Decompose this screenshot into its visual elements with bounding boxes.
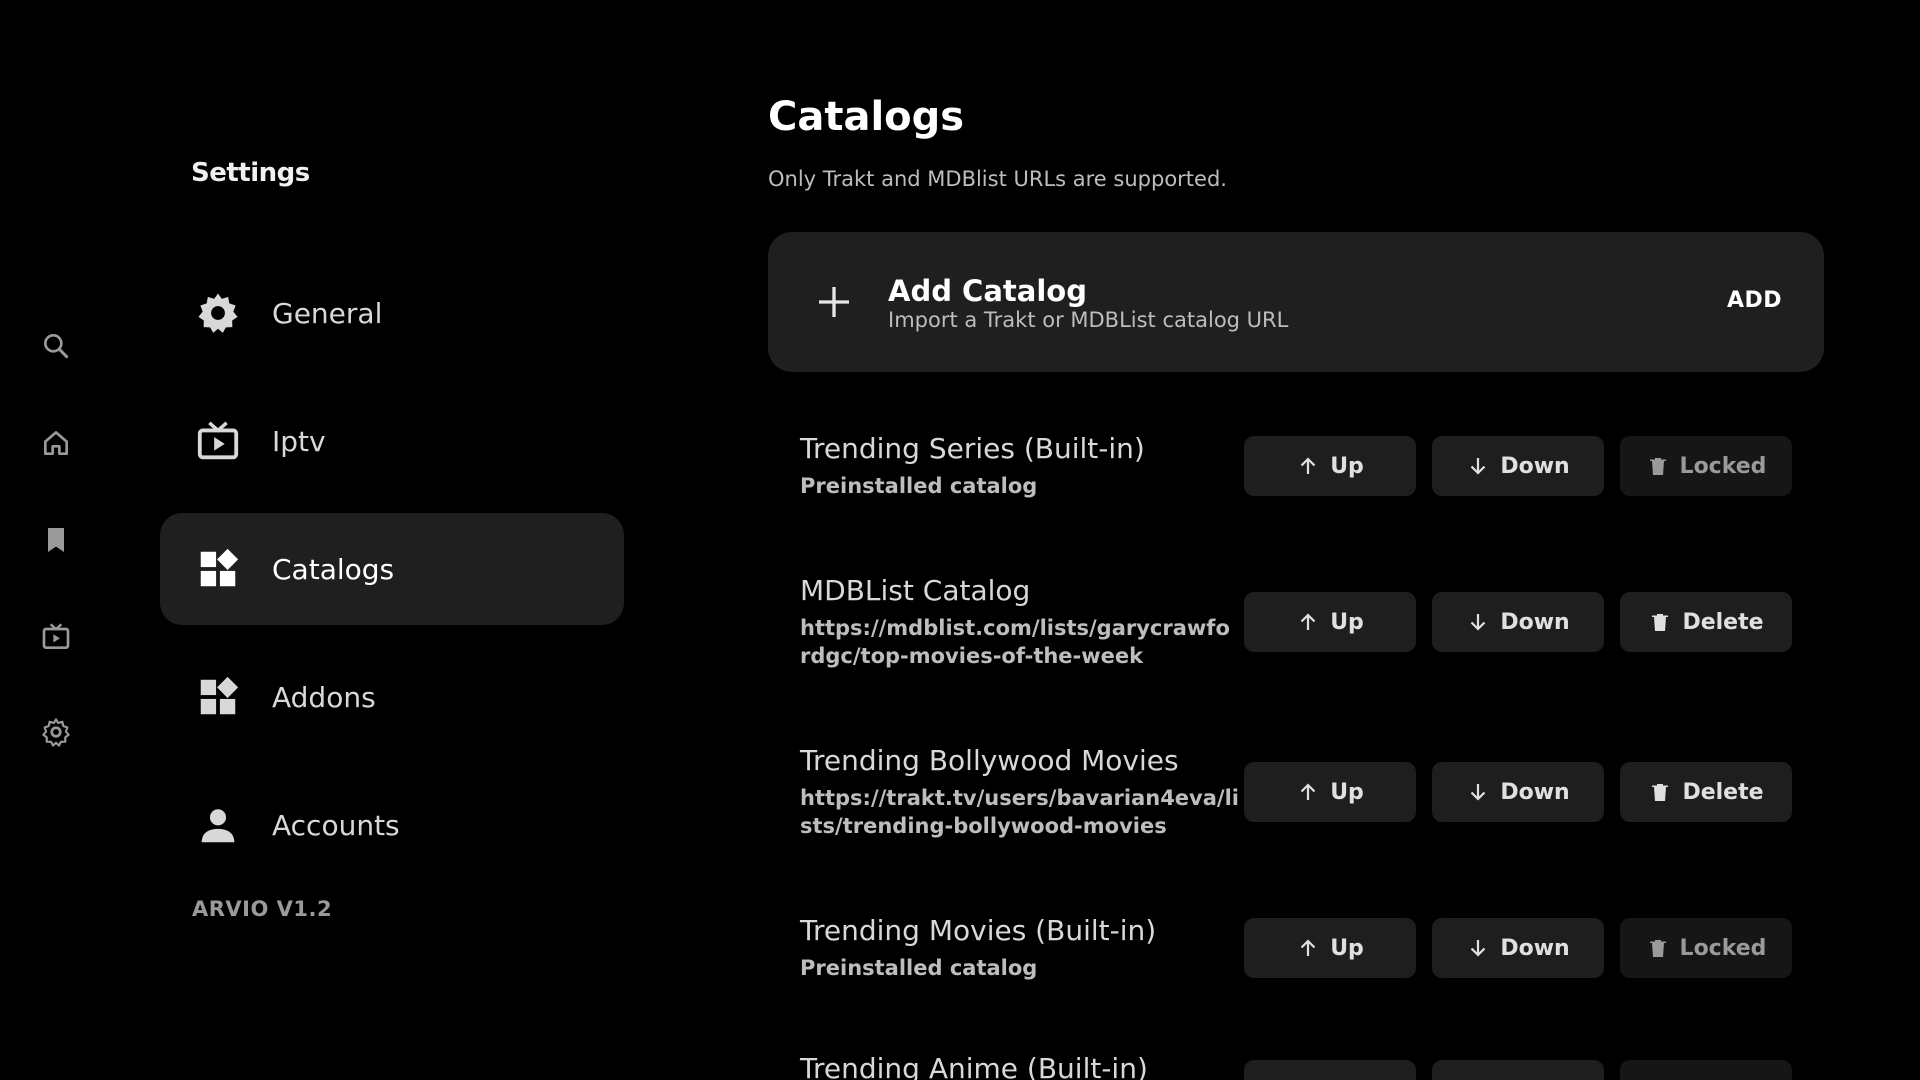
- trash-icon: [1649, 458, 1666, 475]
- catalog-subtitle: https://trakt.tv/users/bavarian4eva/list…: [800, 786, 1239, 838]
- down-label: Down: [1500, 609, 1570, 635]
- delete-label: Delete: [1682, 779, 1764, 805]
- nav-label-accounts: Accounts: [272, 808, 400, 842]
- locked-button[interactable]: Locked: [1620, 918, 1792, 978]
- nav-label-iptv: Iptv: [272, 424, 326, 458]
- live-tv-icon: [192, 415, 244, 467]
- locked-button[interactable]: [1620, 1060, 1792, 1080]
- app-version: ARVIO V1.2: [192, 897, 333, 921]
- page-subtitle: Only Trakt and MDBlist URLs are supporte…: [768, 167, 1227, 191]
- arrow-down-icon: [1471, 458, 1486, 475]
- gear-icon: [192, 287, 244, 339]
- move-up-button[interactable]: Up: [1244, 918, 1416, 978]
- catalog-name: Trending Anime (Built-in): [800, 1052, 1148, 1080]
- home-icon[interactable]: [36, 423, 76, 463]
- locked-label: Locked: [1679, 453, 1767, 479]
- up-label: Up: [1330, 609, 1364, 635]
- delete-button[interactable]: Delete: [1620, 592, 1792, 652]
- trash-icon: [1652, 784, 1669, 801]
- locked-label: Locked: [1679, 935, 1767, 961]
- move-down-button[interactable]: Down: [1432, 918, 1604, 978]
- move-up-button[interactable]: Up: [1244, 436, 1416, 496]
- trash-icon: [1649, 940, 1666, 957]
- arrow-up-icon: [1300, 613, 1316, 630]
- up-label: Up: [1330, 779, 1364, 805]
- settings-title: Settings: [191, 158, 310, 188]
- add-catalog-title: Add Catalog: [888, 274, 1087, 308]
- down-label: Down: [1500, 935, 1570, 961]
- arrow-down-icon: [1471, 614, 1486, 631]
- nav-label-general: General: [272, 296, 383, 330]
- widgets-icon: [192, 543, 244, 595]
- down-label: Down: [1500, 779, 1570, 805]
- arrow-up-icon: [1300, 783, 1316, 800]
- delete-label: Delete: [1682, 609, 1764, 635]
- catalog-name: Trending Series (Built-in): [800, 432, 1145, 465]
- catalog-subtitle: Preinstalled catalog: [800, 474, 1038, 498]
- locked-button[interactable]: Locked: [1620, 436, 1792, 496]
- move-up-button[interactable]: Up: [1244, 762, 1416, 822]
- move-down-button[interactable]: Down: [1432, 592, 1604, 652]
- move-up-button[interactable]: [1244, 1060, 1416, 1080]
- person-icon: [192, 799, 244, 851]
- page-title: Catalogs: [768, 94, 965, 140]
- bookmark-icon[interactable]: [36, 520, 76, 560]
- arrow-down-icon: [1471, 940, 1486, 957]
- settings-page: Settings General Iptv Catalogs Addons Ac…: [0, 0, 1920, 1080]
- nav-item-accounts[interactable]: Accounts: [160, 769, 624, 881]
- search-icon[interactable]: [36, 326, 76, 366]
- move-down-button[interactable]: [1432, 1060, 1604, 1080]
- side-rail: [0, 0, 110, 1080]
- catalog-subtitle: https://mdblist.com/lists/garycrawfordgc…: [800, 616, 1230, 668]
- catalog-name: Trending Movies (Built-in): [800, 914, 1157, 947]
- nav-label-addons: Addons: [272, 680, 376, 714]
- settings-icon[interactable]: [36, 712, 76, 752]
- add-catalog-card[interactable]: Add Catalog Import a Trakt or MDBList ca…: [768, 232, 1824, 372]
- tv-icon[interactable]: [36, 617, 76, 657]
- arrow-up-icon: [1300, 939, 1316, 956]
- trash-icon: [1652, 614, 1669, 631]
- delete-button[interactable]: Delete: [1620, 762, 1792, 822]
- move-down-button[interactable]: Down: [1432, 436, 1604, 496]
- move-up-button[interactable]: Up: [1244, 592, 1416, 652]
- nav-item-general[interactable]: General: [160, 257, 624, 369]
- add-catalog-description: Import a Trakt or MDBList catalog URL: [888, 308, 1289, 332]
- nav-item-addons[interactable]: Addons: [160, 641, 624, 753]
- arrow-up-icon: [1300, 457, 1316, 474]
- down-label: Down: [1500, 453, 1570, 479]
- move-down-button[interactable]: Down: [1432, 762, 1604, 822]
- nav-label-catalogs: Catalogs: [272, 552, 395, 586]
- arrow-down-icon: [1471, 784, 1486, 801]
- catalog-subtitle: Preinstalled catalog: [800, 956, 1038, 980]
- add-button[interactable]: ADD: [1727, 288, 1782, 313]
- widgets-icon: [192, 671, 244, 723]
- plus-icon: [814, 282, 854, 322]
- nav-item-iptv[interactable]: Iptv: [160, 385, 624, 497]
- catalog-name: Trending Bollywood Movies: [800, 744, 1179, 777]
- catalog-name: MDBList Catalog: [800, 574, 1031, 607]
- nav-item-catalogs[interactable]: Catalogs: [160, 513, 624, 625]
- up-label: Up: [1330, 935, 1364, 961]
- up-label: Up: [1330, 453, 1364, 479]
